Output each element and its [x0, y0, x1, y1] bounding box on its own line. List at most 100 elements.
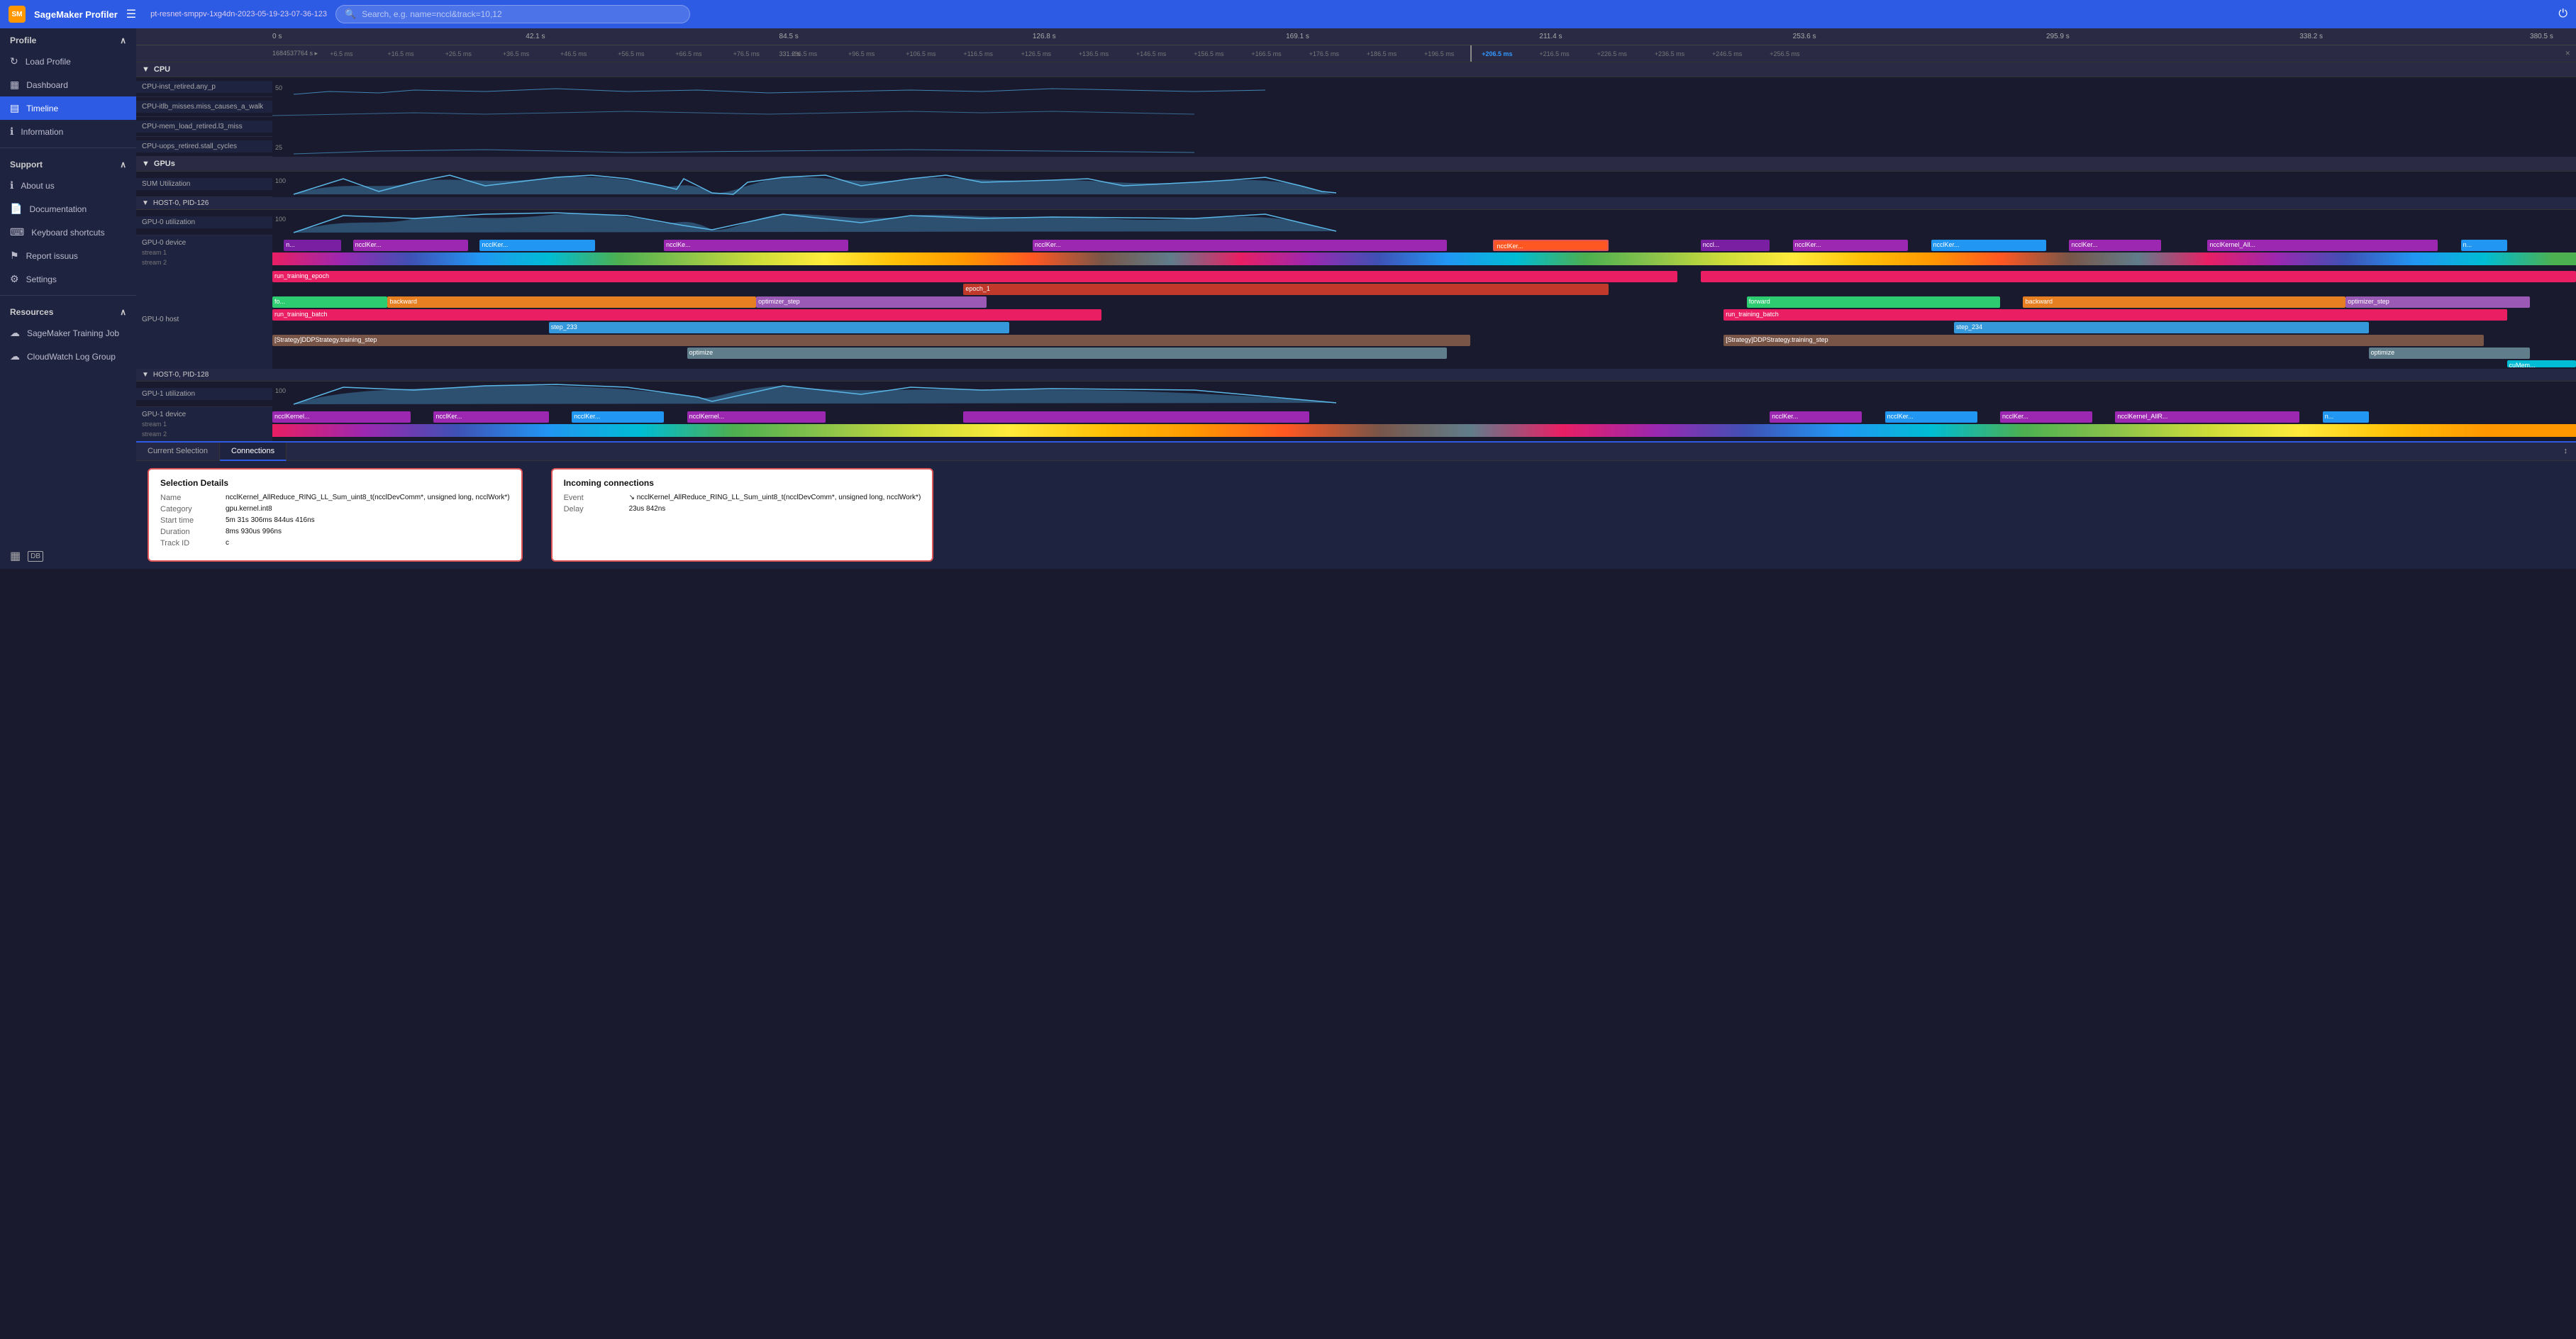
track-content-cpu-itlb[interactable]	[272, 97, 2576, 117]
event-bar[interactable]: n...	[2323, 411, 2369, 423]
event-bar[interactable]: ncclKer...	[1770, 411, 1862, 423]
event-bar-forward-right[interactable]: forward	[1747, 296, 2000, 308]
event-bar-optimizer-left[interactable]: optimizer_step	[756, 296, 987, 308]
event-bar[interactable]: ncclKe...	[664, 240, 848, 251]
event-bar[interactable]: ncclKernel...	[687, 411, 826, 423]
event-bar-run-training-batch-right[interactable]: run_training_batch	[1723, 309, 2506, 321]
track-content-gpu0-util[interactable]: 100	[272, 210, 2576, 235]
sidebar-item-dashboard[interactable]: ▦ Dashboard	[0, 73, 136, 96]
chevron-icon[interactable]: ∧	[120, 35, 126, 45]
event-bar-optimizer-right[interactable]: optimizer_step	[2345, 296, 2530, 308]
event-bar[interactable]: ncclKernel...	[272, 411, 411, 423]
event-bar-epoch1[interactable]: epoch_1	[963, 284, 1608, 295]
event-bar-forward-left[interactable]: fo...	[272, 296, 387, 308]
event-bar[interactable]: ncclKer...	[433, 411, 548, 423]
tab-connections[interactable]: Connections	[220, 443, 287, 461]
event-bar[interactable]: ncclKernel_AllR...	[2115, 411, 2299, 423]
event-bar[interactable]: ncclKer...	[353, 240, 468, 251]
sidebar: Profile ∧ ↻ Load Profile ▦ Dashboard ▤ T…	[0, 28, 136, 569]
track-content-sum-util[interactable]: 100	[272, 172, 2576, 197]
timeline-scroll[interactable]: ▼ CPU CPU-inst_retired.any_p 50	[136, 62, 2576, 441]
sidebar-item-label: Dashboard	[26, 80, 68, 90]
cpu-group-header[interactable]: ▼ CPU	[136, 62, 2576, 77]
event-bar[interactable]: n...	[284, 240, 341, 251]
event-bar[interactable]: ncclKer...	[1885, 411, 1977, 423]
event-bar-optimize-left[interactable]: optimize	[687, 348, 1448, 359]
event-bar-run-training-batch-left[interactable]: run_training_batch	[272, 309, 1101, 321]
track-row-cpu-uops: CPU-uops_retired.stall_cycles 25	[136, 137, 2576, 157]
track-content-cpu-uops[interactable]: 25	[272, 137, 2576, 157]
details-expand-icon[interactable]: ↕	[2555, 443, 2576, 460]
host1-collapse-icon[interactable]: ▼	[142, 371, 149, 379]
cpu-collapse-icon[interactable]: ▼	[142, 65, 150, 74]
host1-header[interactable]: ▼ HOST-0, PID-128	[136, 369, 2576, 382]
event-bar[interactable]: ncclKer...	[2000, 411, 2092, 423]
gpu-group-header[interactable]: ▼ GPUs	[136, 157, 2576, 172]
topbar: SM SageMaker Profiler ☰ pt-resnet-smppv-…	[0, 0, 2576, 28]
track-label-gpu0-host: GPU-0 host	[136, 270, 272, 369]
sidebar-item-label: About us	[21, 181, 54, 191]
sidebar-item-timeline[interactable]: ▤ Timeline	[0, 96, 136, 120]
event-bar[interactable]: n...	[2461, 240, 2507, 251]
sidebar-item-report-issues[interactable]: ⚑ Report issuus	[0, 244, 136, 267]
chevron-icon-resources[interactable]: ∧	[120, 307, 126, 317]
sidebar-profile-header: Profile ∧	[0, 28, 136, 50]
sidebar-item-information[interactable]: ℹ Information	[0, 120, 136, 143]
host0-header[interactable]: ▼ HOST-0, PID-126	[136, 197, 2576, 210]
highlighted-event-bar[interactable]: ncclKer...	[1493, 240, 1608, 251]
host0-label: HOST-0, PID-126	[153, 199, 209, 207]
sidebar-item-label: Report issuus	[26, 251, 78, 261]
power-icon[interactable]: ⏻	[2558, 8, 2567, 21]
sidebar-item-documentation[interactable]: 📄 Documentation	[0, 197, 136, 221]
event-bar-cumem[interactable]: cuMem...	[2507, 360, 2576, 367]
track-content-gpu1-device[interactable]: ncclKernel... ncclKer... ncclKer... nccl…	[272, 407, 2576, 441]
event-bar[interactable]: ncclKer...	[1793, 240, 1908, 251]
selection-row-start: Start time 5m 31s 306ms 844us 416ns	[160, 516, 510, 525]
event-bar[interactable]: ncclKer...	[572, 411, 664, 423]
event-bar-run-training-epoch-right[interactable]	[1701, 271, 2576, 282]
selection-row-category: Category gpu.kernel.int8	[160, 505, 510, 513]
event-bar-ddp-right[interactable]: [Strategy]DDPStrategy.training_step	[1723, 335, 2484, 346]
track-content-gpu0-host[interactable]: run_training_epoch epoch_1 fo... backwar…	[272, 270, 2576, 369]
track-row-gpu0-util: GPU-0 utilization 100	[136, 210, 2576, 235]
search-input[interactable]	[362, 9, 681, 19]
sidebar-item-cloudwatch[interactable]: ☁ CloudWatch Log Group	[0, 345, 136, 368]
tab-current-selection[interactable]: Current Selection	[136, 443, 220, 460]
gpu1-stream1-row: ncclKernel... ncclKer... ncclKer... nccl…	[272, 409, 2576, 421]
chevron-icon-support[interactable]: ∧	[120, 160, 126, 170]
host0-collapse-icon[interactable]: ▼	[142, 199, 149, 207]
event-bar-step234[interactable]: step_234	[1954, 322, 2369, 333]
sidebar-item-sagemaker-job[interactable]: ☁ SageMaker Training Job	[0, 321, 136, 345]
event-bar-run-training-epoch[interactable]: run_training_epoch	[272, 271, 1677, 282]
event-bar-backward-left[interactable]: backward	[387, 296, 756, 308]
event-bar[interactable]: ncclKer...	[1033, 240, 1448, 251]
search-bar[interactable]: 🔍	[335, 5, 690, 23]
event-bar-optimize-right[interactable]: optimize	[2369, 348, 2530, 359]
sagemaker-icon: ☁	[10, 327, 20, 339]
footer-icon-1[interactable]: ▦	[10, 549, 21, 563]
track-content-gpu0-device[interactable]: n... ncclKer... ncclKer... ncclKe... ncc…	[272, 235, 2576, 270]
event-bar-step233[interactable]: step_233	[549, 322, 1010, 333]
event-bar-ddp-left[interactable]: [Strategy]DDPStrategy.training_step	[272, 335, 1470, 346]
event-bar-backward-right[interactable]: backward	[2023, 296, 2345, 308]
event-bar[interactable]	[963, 411, 1309, 423]
sidebar-item-load-profile[interactable]: ↻ Load Profile	[0, 50, 136, 73]
event-bar[interactable]: nccl...	[1701, 240, 1770, 251]
cpu-group-label: CPU	[154, 65, 170, 74]
track-content-gpu1-util[interactable]: 100	[272, 382, 2576, 407]
track-content-cpu-inst[interactable]: 50	[272, 77, 2576, 97]
details-panel: Current Selection Connections ↕ Selectio…	[136, 441, 2576, 569]
track-content-cpu-mem[interactable]	[272, 117, 2576, 137]
gpu-collapse-icon[interactable]: ▼	[142, 160, 150, 168]
event-bar[interactable]: ncclKernel_All...	[2207, 240, 2438, 251]
event-bar[interactable]: ncclKer...	[1931, 240, 2046, 251]
sidebar-item-about-us[interactable]: ℹ About us	[0, 174, 136, 197]
hamburger-icon[interactable]: ☰	[126, 7, 136, 21]
footer-icon-2[interactable]: DB	[28, 551, 43, 562]
selection-row-trackid: Track ID c	[160, 539, 510, 548]
event-bar[interactable]: ncclKer...	[479, 240, 594, 251]
event-bar[interactable]: ncclKer...	[2069, 240, 2161, 251]
track-row-gpu0-device: GPU-0 device stream 1 stream 2 n... nccl…	[136, 235, 2576, 270]
sidebar-item-settings[interactable]: ⚙ Settings	[0, 267, 136, 291]
sidebar-item-keyboard-shortcuts[interactable]: ⌨ Keyboard shortcuts	[0, 221, 136, 244]
